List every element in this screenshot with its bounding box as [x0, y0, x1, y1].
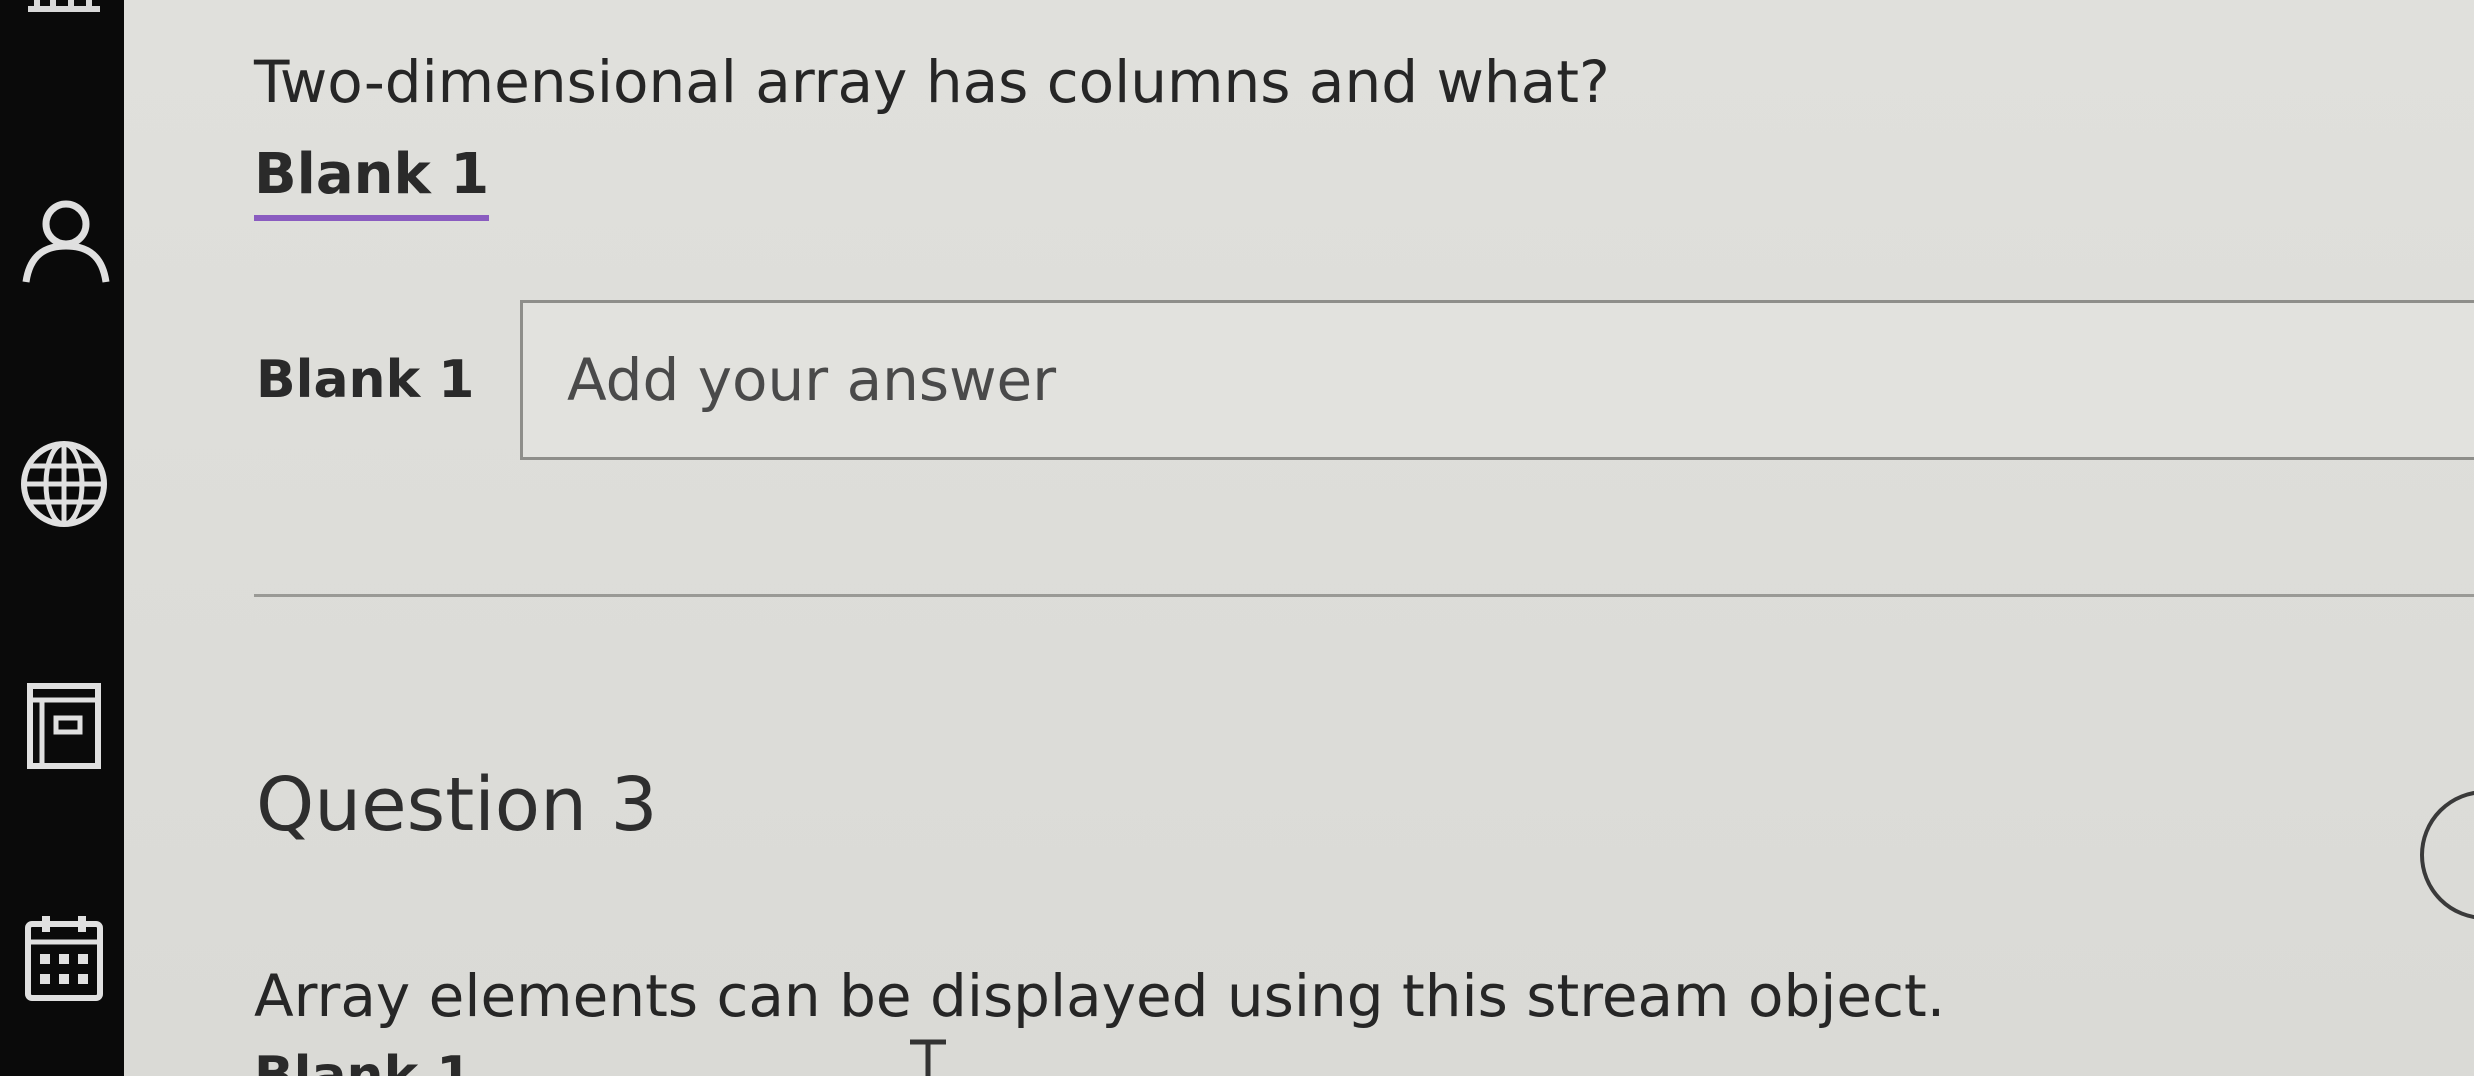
blank-heading-tab[interactable]: Blank 1 [254, 142, 490, 221]
blank-1-answer-input[interactable] [520, 300, 2474, 460]
question-divider [254, 594, 2474, 597]
courses-icon[interactable] [16, 676, 112, 772]
calendar-icon[interactable] [16, 910, 112, 1006]
question-flag-circle-icon[interactable] [2420, 790, 2474, 920]
question-3-title: Question 3 [256, 762, 658, 848]
sidebar [0, 0, 124, 1076]
globe-icon[interactable] [16, 436, 112, 532]
question-2-text: Two-dimensional array has columns and wh… [254, 48, 1610, 116]
blank-1-label: Blank 1 [256, 350, 475, 410]
question-3-text: Array elements can be displayed using th… [254, 962, 1946, 1030]
question-panel: Two-dimensional array has columns and wh… [124, 0, 2474, 1076]
question-3-blank-1-label: Blank 1 [254, 1046, 473, 1076]
text-cursor-icon [910, 1039, 946, 1076]
top-partial-icon[interactable] [16, 0, 112, 66]
user-icon[interactable] [16, 190, 112, 286]
